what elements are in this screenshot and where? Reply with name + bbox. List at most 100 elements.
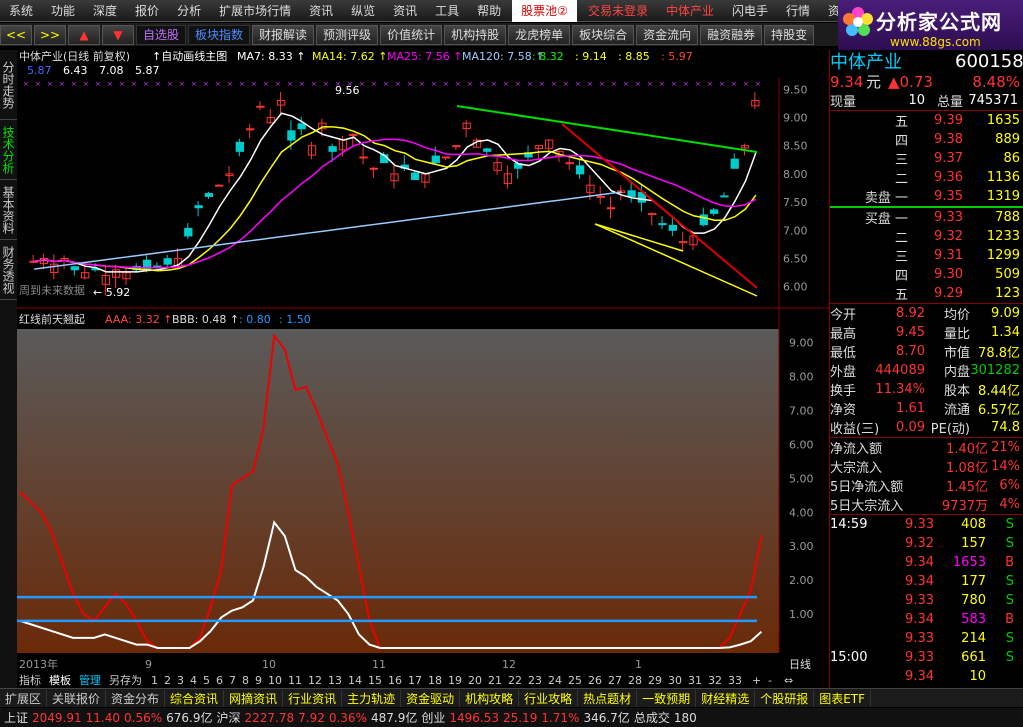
template-tab[interactable]: 26 [588, 674, 602, 687]
template-tab[interactable]: 30 [668, 674, 682, 687]
template-tab[interactable]: 27 [608, 674, 622, 687]
tab-ctrl[interactable]: ⇔ [784, 674, 793, 687]
bottom-tab-3[interactable]: 综合资讯 [165, 689, 225, 707]
template-tab[interactable]: 7 [229, 674, 236, 687]
period-label[interactable]: 日线 [789, 657, 811, 671]
bottom-tab-1[interactable]: 关联报价 [47, 689, 107, 707]
toolbar-button-6[interactable]: 资金流向 [636, 24, 699, 45]
tab-ctrl[interactable]: + [752, 674, 761, 687]
template-tab[interactable]: 29 [648, 674, 662, 687]
bottom-tab-14[interactable]: 图表ETF [814, 689, 872, 707]
favorites-tab[interactable]: 自选股 [136, 24, 187, 45]
menu-item-9[interactable]: 工具 [426, 0, 468, 22]
nav-button-1[interactable]: >> [34, 24, 66, 45]
bottom-tab-12[interactable]: 财经精选 [696, 689, 756, 707]
bottom-tab-11[interactable]: 一致预期 [637, 689, 697, 707]
sub-tick: 2.00 [789, 574, 814, 587]
template-tab[interactable]: 16 [388, 674, 402, 687]
menu-item-2[interactable]: 深度 [84, 0, 126, 22]
template-tab[interactable]: 6 [216, 674, 223, 687]
nav-button-0[interactable]: << [0, 24, 32, 45]
template-tab[interactable]: 11 [288, 674, 302, 687]
toolbar-button-1[interactable]: 预测评级 [316, 24, 379, 45]
tab-2[interactable]: 管理 [79, 673, 101, 687]
template-tab[interactable]: 17 [408, 674, 422, 687]
draw-label: ↑自动画线主图 [152, 49, 227, 63]
line2b-value-0: : 8.32 [532, 50, 564, 63]
toolbar-button-4[interactable]: 龙虎榜单 [508, 24, 571, 45]
x-marker: × [311, 80, 317, 88]
tab-0[interactable]: 指标 [19, 673, 41, 687]
template-tab[interactable]: 28 [628, 674, 642, 687]
flow-row-1-cell: 大宗流入 [830, 461, 883, 476]
template-tab[interactable]: 15 [368, 674, 382, 687]
menu-item-6[interactable]: 资讯 [300, 0, 342, 22]
stock-pool-menu[interactable]: 股票池② [512, 0, 577, 22]
menu-item-3[interactable]: 报价 [126, 0, 168, 22]
template-tab[interactable]: 33 [728, 674, 742, 687]
volume-row-cell: 现量 [830, 95, 857, 110]
template-tab[interactable]: 13 [328, 674, 342, 687]
bottom-tab-5[interactable]: 行业资讯 [283, 689, 343, 707]
toolbar-button-3[interactable]: 机构持股 [444, 24, 507, 45]
ask-row-3: 二 9.36 1136 [830, 168, 1023, 187]
bottom-tab-2[interactable]: 资金分布 [106, 689, 166, 707]
bottom-tab-4[interactable]: 网摘资讯 [224, 689, 284, 707]
nav-button-3[interactable]: ▼ [102, 24, 134, 45]
template-tab[interactable]: 19 [448, 674, 462, 687]
menu-item-8[interactable]: 资讯 [384, 0, 426, 22]
left-nav-item-2[interactable]: 基本资料 [0, 180, 17, 240]
template-tab[interactable]: 4 [190, 674, 197, 687]
flash-menu[interactable]: 闪电手 [723, 0, 777, 22]
menu-item-0[interactable]: 系统 [0, 0, 42, 22]
template-tab[interactable]: 9 [255, 674, 262, 687]
template-tab[interactable]: 14 [348, 674, 362, 687]
bottom-tab-0[interactable]: 扩展区 [0, 689, 48, 707]
template-tab[interactable]: 12 [308, 674, 322, 687]
left-nav-item-1[interactable]: 技术分析 [0, 120, 17, 180]
template-tab[interactable]: 25 [568, 674, 582, 687]
nav-button-2[interactable]: ▲ [68, 24, 100, 45]
bottom-tab-10[interactable]: 热点题材 [578, 689, 638, 707]
template-tab[interactable]: 24 [548, 674, 562, 687]
template-tab[interactable]: 21 [488, 674, 502, 687]
left-nav-item-3[interactable]: 财务透视 [0, 240, 17, 300]
template-tab[interactable]: 3 [177, 674, 184, 687]
tab-ctrl[interactable]: - [768, 674, 772, 687]
menu-item-5[interactable]: 扩展市场行情 [210, 0, 300, 22]
toolbar-button-8[interactable]: 持股变 [764, 24, 815, 45]
template-tab[interactable]: 31 [688, 674, 702, 687]
template-tab[interactable]: 1 [151, 674, 158, 687]
menu-item-1[interactable]: 功能 [42, 0, 84, 22]
login-status[interactable]: 交易未登录 [579, 0, 657, 22]
tab-3[interactable]: 另存为 [109, 673, 142, 687]
bid-row-1-cell: 9.32 [934, 229, 963, 244]
template-tab[interactable]: 5 [203, 674, 210, 687]
template-tab[interactable]: 22 [508, 674, 522, 687]
template-tab[interactable]: 32 [708, 674, 722, 687]
bottom-tab-9[interactable]: 行业攻略 [519, 689, 579, 707]
left-nav-item-0[interactable]: 分时走势 [0, 50, 17, 120]
template-tab[interactable]: 20 [468, 674, 482, 687]
toolbar-button-7[interactable]: 融资融券 [700, 24, 763, 45]
template-tab[interactable]: 23 [528, 674, 542, 687]
template-tab[interactable]: 2 [164, 674, 171, 687]
sector-index-tab[interactable]: 板块指数 [188, 24, 251, 45]
toolbar-button-0[interactable]: 财报解读 [252, 24, 315, 45]
bottom-tab-6[interactable]: 主力轨迹 [342, 689, 402, 707]
bottom-tab-8[interactable]: 机构攻略 [460, 689, 520, 707]
menu-item-7[interactable]: 纵览 [342, 0, 384, 22]
bottom-tab-13[interactable]: 个股研报 [755, 689, 815, 707]
bottom-tab-7[interactable]: 资金驱动 [401, 689, 461, 707]
template-tab[interactable]: 8 [242, 674, 249, 687]
menu-item-4[interactable]: 分析 [168, 0, 210, 22]
toolbar-button-2[interactable]: 价值统计 [380, 24, 443, 45]
stat-row-1-cell: 最高 [830, 327, 857, 342]
tab-1[interactable]: 模板 [49, 673, 71, 687]
toolbar-button-5[interactable]: 板块综合 [572, 24, 635, 45]
menu-item-10[interactable]: 帮助 [468, 0, 510, 22]
quotes-menu[interactable]: 行情 [777, 0, 819, 22]
template-tab[interactable]: 18 [428, 674, 442, 687]
brand-menu[interactable]: 中体产业 [657, 0, 723, 22]
template-tab[interactable]: 10 [268, 674, 282, 687]
